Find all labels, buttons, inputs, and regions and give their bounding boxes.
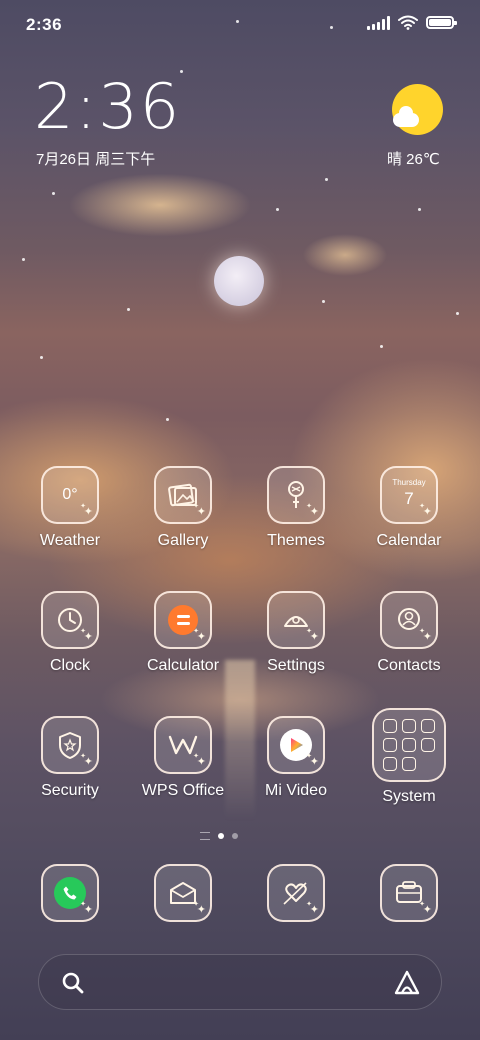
dock-messages[interactable]: ✦ ✦ xyxy=(128,864,238,922)
star xyxy=(127,308,130,311)
app-label: WPS Office xyxy=(141,782,225,799)
calendar-icon-date: 7 xyxy=(404,488,414,508)
browser-icon: ✦ ✦ xyxy=(380,864,438,922)
star xyxy=(380,345,383,348)
star xyxy=(276,208,279,211)
calendar-icon: Thursday 7 ✦ ✦ xyxy=(380,466,438,524)
clock-widget-date[interactable]: 7月26日 周三下午 xyxy=(36,148,155,169)
mi-video-icon: ✦ ✦ xyxy=(267,716,325,774)
app-vault-icon[interactable] xyxy=(393,969,421,997)
calendar-icon-day: Thursday xyxy=(392,477,426,487)
calculator-icon: ✦ ✦ xyxy=(154,591,212,649)
battery-icon xyxy=(426,16,457,29)
app-security[interactable]: ✦ ✦ Security xyxy=(15,716,125,800)
page-indicator[interactable] xyxy=(200,832,238,840)
app-label: Settings xyxy=(267,657,325,674)
wifi-icon xyxy=(398,15,418,30)
star xyxy=(22,258,25,261)
app-themes[interactable]: ✦ ✦ Themes xyxy=(241,466,351,550)
heart-arrow-icon: ✦ ✦ xyxy=(267,864,325,922)
app-label: Calculator xyxy=(146,657,220,674)
messages-icon: ✦ ✦ xyxy=(154,864,212,922)
app-label: Gallery xyxy=(157,532,209,549)
star xyxy=(325,178,328,181)
app-weather[interactable]: 0° ✦ ✦ Weather xyxy=(15,466,125,550)
star xyxy=(322,300,325,303)
app-calculator[interactable]: ✦ ✦ Calculator xyxy=(128,591,238,675)
contacts-icon: ✦ ✦ xyxy=(380,591,438,649)
status-bar: 2:36 xyxy=(0,0,480,50)
app-settings[interactable]: ✦ ✦ Settings xyxy=(241,591,351,675)
status-icons xyxy=(367,15,457,30)
star xyxy=(418,208,421,211)
signal-icon xyxy=(367,15,390,30)
weather-icon: 0° ✦ ✦ xyxy=(41,466,99,524)
star xyxy=(166,418,169,421)
clock-icon: ✦ ✦ xyxy=(41,591,99,649)
status-time: 2:36 xyxy=(26,15,63,34)
page-indicator-minus-one xyxy=(200,832,210,840)
themes-icon: ✦ ✦ xyxy=(267,466,325,524)
battery-level xyxy=(429,19,451,26)
search-icon[interactable] xyxy=(61,971,85,995)
dock-browser[interactable]: ✦ ✦ xyxy=(354,864,464,922)
app-contacts[interactable]: ✦ ✦ Contacts xyxy=(354,591,464,675)
page-dot-active xyxy=(218,833,224,839)
app-system-folder[interactable]: System xyxy=(354,708,464,806)
app-wps-office[interactable]: ✦ ✦ WPS Office xyxy=(128,716,238,800)
app-label: Mi Video xyxy=(265,782,327,799)
app-label: System xyxy=(382,788,436,805)
app-label: Themes xyxy=(267,532,325,549)
app-label: Weather xyxy=(39,532,101,549)
clock-widget-time[interactable]: 2:36 xyxy=(34,76,181,138)
cloud-icon xyxy=(393,106,419,127)
star xyxy=(40,356,43,359)
star xyxy=(456,312,459,315)
app-clock[interactable]: ✦ ✦ Clock xyxy=(15,591,125,675)
settings-icon: ✦ ✦ xyxy=(267,591,325,649)
app-label: Contacts xyxy=(377,657,441,674)
dock-heart-app[interactable]: ✦ ✦ xyxy=(241,864,351,922)
star xyxy=(52,192,55,195)
system-folder-icon xyxy=(372,708,446,782)
app-mi-video[interactable]: ✦ ✦ Mi Video xyxy=(241,716,351,800)
phone-icon: ✦ ✦ xyxy=(41,864,99,922)
app-gallery[interactable]: ✦ ✦ Gallery xyxy=(128,466,238,550)
dock-phone[interactable]: ✦ ✦ xyxy=(15,864,125,922)
app-label: Security xyxy=(41,782,99,799)
wallpaper-moon xyxy=(214,256,264,306)
search-bar[interactable] xyxy=(38,954,442,1010)
security-icon: ✦ ✦ xyxy=(41,716,99,774)
app-label: Calendar xyxy=(376,532,442,549)
gallery-icon: ✦ ✦ xyxy=(154,466,212,524)
page-dot xyxy=(232,833,238,839)
weather-widget-text: 晴 26℃ xyxy=(387,151,440,168)
app-label: Clock xyxy=(49,657,90,674)
wps-office-icon: ✦ ✦ xyxy=(154,716,212,774)
app-calendar[interactable]: Thursday 7 ✦ ✦ Calendar xyxy=(354,466,464,550)
weather-icon-temp: 0° xyxy=(62,486,78,503)
